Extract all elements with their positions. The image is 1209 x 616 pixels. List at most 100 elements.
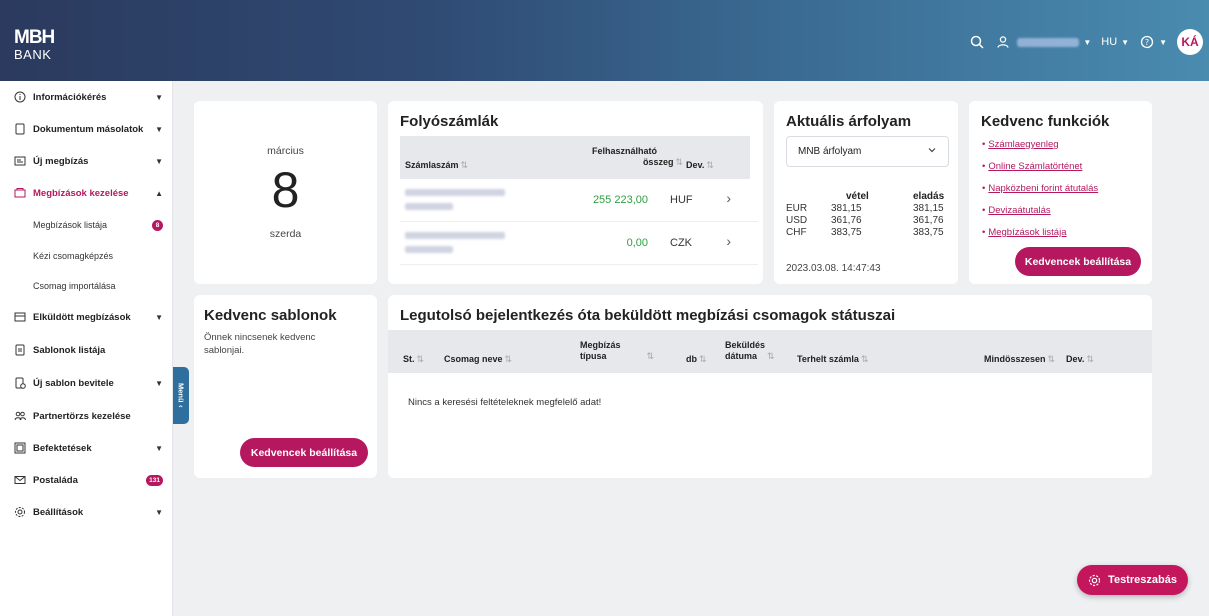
favorite-link-szamlatortenet[interactable]: Online Számlatörténet <box>982 161 1082 172</box>
sort-icon: ⇅ <box>646 351 655 362</box>
sidebar-item-uj-sablon[interactable]: Új sablon bevitele ▼ <box>0 367 173 399</box>
favorite-link-szamlaegyenleg[interactable]: Számlaegyenleg <box>982 139 1058 150</box>
favorite-link-forint-atutalas[interactable]: Napközbeni forint átutalás <box>982 183 1098 194</box>
chevron-down-icon: ▼ <box>155 92 163 102</box>
accounts-table-header: Számlaszám ⇅ Felhasználható összeg ⇅ Dev. ⇅ <box>400 136 750 179</box>
sidebar-item-befektetesek[interactable]: Befektetések ▼ <box>0 432 173 464</box>
favorites-title: Kedvenc funkciók <box>981 113 1110 130</box>
sort-icon: ⇅ <box>1086 354 1094 364</box>
help-menu[interactable]: ? ▼ <box>1139 34 1167 50</box>
account-number-redacted <box>405 232 505 239</box>
sort-icon: ⇅ <box>767 351 775 362</box>
chevron-down-icon: ▼ <box>155 443 163 453</box>
chevron-down-icon: ▼ <box>1159 37 1167 47</box>
user-menu[interactable]: ▼ <box>995 34 1091 50</box>
col-order-type[interactable]: Megbízás típusa ⇅ <box>580 340 654 363</box>
language-selector[interactable]: HU ▼ <box>1101 36 1129 48</box>
account-number-redacted <box>405 189 505 196</box>
favorite-templates-card: Kedvenc sablonok Önnek nincsenek kedvenc… <box>194 295 377 478</box>
customize-button[interactable]: Testreszabás <box>1077 565 1188 595</box>
account-number-redacted <box>405 203 453 210</box>
col-send-date[interactable]: Beküldés dátuma ⇅ <box>725 340 775 363</box>
mbh-bank-logo[interactable]: MBH BANK <box>14 28 55 61</box>
help-icon: ? <box>1140 35 1154 49</box>
sidebar-item-beallitasok[interactable]: Beállítások ▼ <box>0 496 173 528</box>
packages-empty-text: Nincs a keresési feltételeknek megfelelő… <box>408 397 602 408</box>
favorite-link-megbizasok-listaja[interactable]: Megbízások listája <box>982 227 1066 238</box>
sort-icon: ⇅ <box>675 157 683 168</box>
info-icon <box>14 91 26 103</box>
rates-title: Aktuális árfolyam <box>786 113 912 130</box>
sort-icon: ⇅ <box>699 354 707 364</box>
templates-title: Kedvenc sablonok <box>204 307 337 324</box>
date-card: március 8 szerda <box>194 101 377 284</box>
col-account-number[interactable]: Számlaszám ⇅ <box>405 160 468 171</box>
accounts-card: Folyószámlák Számlaszám ⇅ Felhasználható … <box>388 101 763 284</box>
col-total[interactable]: Mindösszesen ⇅ <box>984 354 1055 365</box>
col-package-name[interactable]: Csomag neve ⇅ <box>444 354 512 365</box>
col-currency[interactable]: Dev. ⇅ <box>686 160 714 171</box>
new-template-icon <box>15 377 26 389</box>
rates-timestamp: 2023.03.08. 14:47:43 <box>786 263 881 274</box>
account-row[interactable]: 0,00 CZK › <box>400 222 758 265</box>
sort-icon: ⇅ <box>1047 354 1056 364</box>
col-debited-account[interactable]: Terhelt számla ⇅ <box>797 354 868 365</box>
templates-settings-button[interactable]: Kedvencek beállítása <box>240 438 368 467</box>
favorites-settings-button[interactable]: Kedvencek beállítása <box>1015 247 1141 276</box>
sidebar-item-dokumentum[interactable]: Dokumentum másolatok ▼ <box>0 113 173 145</box>
orders-manage-icon <box>14 188 26 198</box>
menu-collapse-tab[interactable]: Menü ‹ <box>173 367 189 424</box>
sort-icon: ⇅ <box>860 354 869 364</box>
sidebar-item-postalada[interactable]: Postaláda 131 <box>0 464 173 496</box>
chevron-right-icon[interactable]: › <box>726 233 731 249</box>
favorite-link-devizaatutalas[interactable]: Devizaátutalás <box>982 205 1050 216</box>
sent-orders-icon <box>14 312 26 322</box>
packages-table-header: St. ⇅ Csomag neve ⇅ Megbízás típusa ⇅ db ⇅ B… <box>388 330 1152 373</box>
header-toolbar: ▼ HU ▼ ? ▼ KÁ <box>969 29 1209 55</box>
accounts-title: Folyószámlák <box>400 113 499 130</box>
rates-table: vétel eladás EUR 381,15 381,15 USD 361,7… <box>786 191 945 238</box>
gear-icon <box>15 507 25 517</box>
search-icon[interactable] <box>969 34 985 50</box>
gear-icon <box>1088 574 1101 586</box>
sidebar-item-partnertorzs[interactable]: Partnertörzs kezelése <box>0 400 173 432</box>
date-weekday: szerda <box>269 228 302 240</box>
sort-icon: ⇅ <box>416 354 425 364</box>
user-icon <box>997 36 1009 48</box>
date-day: 8 <box>271 162 300 218</box>
sidebar-subitem-csomag-importalasa[interactable]: Csomag importálása <box>0 272 173 300</box>
account-row[interactable]: 255 223,00 HUF › <box>400 179 758 222</box>
chevron-down-icon <box>928 148 936 153</box>
exchange-rates-card: Aktuális árfolyam MNB árfolyam vétel ela… <box>774 101 958 284</box>
col-count[interactable]: db ⇅ <box>686 354 707 365</box>
rate-row: EUR 381,15 381,15 <box>786 203 944 214</box>
sidebar-item-megbizasok-kezelese[interactable]: Megbízások kezelése ▲ <box>0 177 173 209</box>
top-header: MBH BANK ▼ HU ▼ ? ▼ KÁ <box>0 0 1209 81</box>
chevron-right-icon[interactable]: › <box>726 190 731 206</box>
favorite-functions-card: Kedvenc funkciók Számlaegyenleg Online S… <box>969 101 1152 284</box>
rate-row: CHF 383,75 383,75 <box>786 227 944 238</box>
investments-icon <box>14 442 26 454</box>
templates-empty-text: Önnek nincsenek kedvenc sablonjai. <box>204 332 316 356</box>
sidebar: Információkérés ▼ Dokumentum másolatok ▼… <box>0 81 173 616</box>
col-status[interactable]: St. ⇅ <box>403 354 424 365</box>
sidebar-item-sablonok-listaja[interactable]: Sablonok listája <box>0 334 173 366</box>
package-status-card: Legutolsó bejelentkezés óta beküldött me… <box>388 295 1152 478</box>
sort-icon: ⇅ <box>460 160 469 170</box>
avatar[interactable]: KÁ <box>1177 29 1203 55</box>
sidebar-subitem-megbizasok-listaja[interactable]: Megbízások listája 8 <box>0 211 173 239</box>
sidebar-item-informaciokeres[interactable]: Információkérés ▼ <box>0 81 173 113</box>
sort-icon: ⇅ <box>706 160 714 170</box>
rate-source-select[interactable]: MNB árfolyam <box>786 136 949 167</box>
sidebar-item-uj-megbizas[interactable]: Új megbízás ▼ <box>0 145 173 177</box>
chevron-down-icon: ▼ <box>155 312 163 322</box>
sidebar-subitem-kezi-csomagkepzes[interactable]: Kézi csomagképzés <box>0 242 173 270</box>
chevron-down-icon: ▼ <box>155 156 163 166</box>
chevron-down-icon: ▼ <box>155 124 163 134</box>
sidebar-item-elkuldott[interactable]: Elküldött megbízások ▼ <box>0 301 173 333</box>
document-icon <box>15 123 25 135</box>
template-list-icon <box>15 344 25 356</box>
col-currency[interactable]: Dev. ⇅ <box>1066 354 1094 365</box>
count-badge: 8 <box>152 219 163 231</box>
rate-row: USD 361,76 361,76 <box>786 215 944 226</box>
